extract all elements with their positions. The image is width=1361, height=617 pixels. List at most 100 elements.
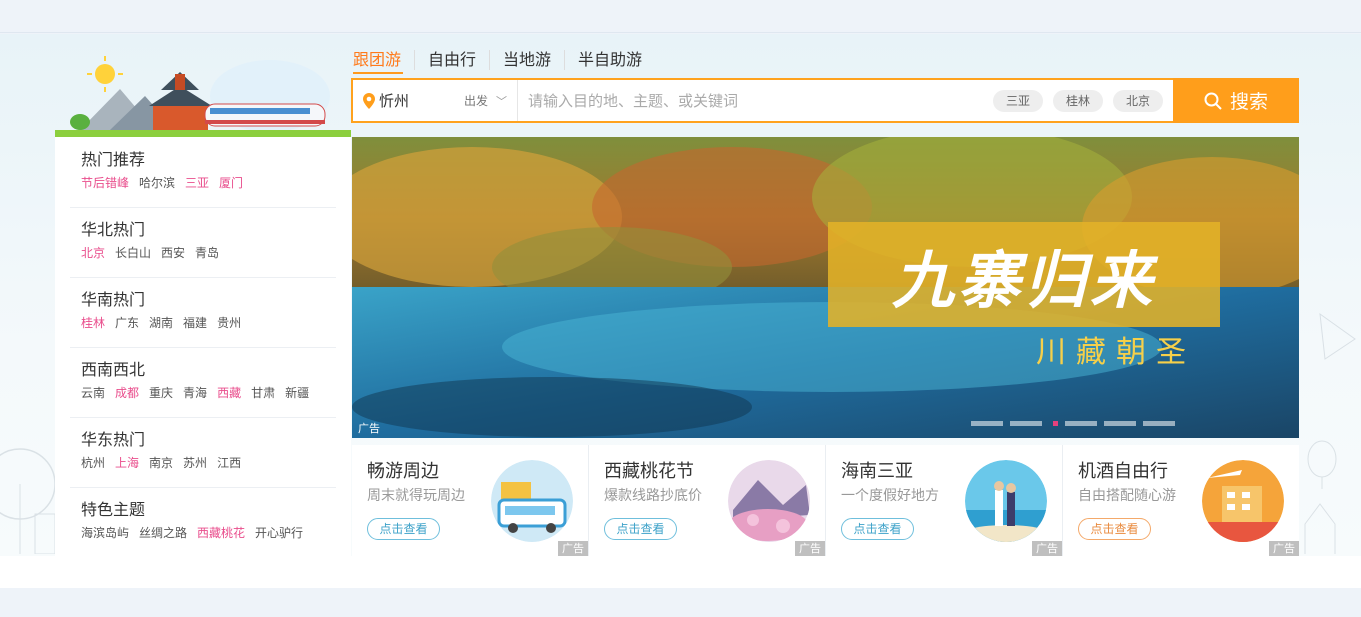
skyline-left-decoration [0, 448, 56, 554]
carousel-dot[interactable] [971, 421, 1003, 426]
carousel-dot[interactable] [1143, 421, 1175, 426]
promo-card-ad-label: 广告 [1032, 541, 1062, 556]
sidebar-link[interactable]: 苏州 [183, 456, 207, 470]
search-icon [1204, 92, 1222, 110]
sidebar-link[interactable]: 云南 [81, 386, 105, 400]
sidebar-link[interactable]: 新疆 [285, 386, 309, 400]
active-tab-indicator [353, 72, 403, 74]
tab-3[interactable]: 当地游 [489, 50, 564, 70]
sidebar-group: 热门推荐节后错峰 哈尔滨 三亚 厦门 [55, 137, 351, 207]
sidebar-link[interactable]: 西藏 [217, 386, 241, 400]
promo-cards: 畅游周边 周末就得玩周边 点击查看 广告 西藏桃花节 爆款线路抄底价 点击查看 广告 海南三亚一… [352, 445, 1299, 556]
depart-label: 出发 [463, 94, 488, 108]
skyline-right-decoration [1304, 312, 1356, 554]
promo-card[interactable]: 机酒自由行 自由搭配随心游 点击查看 广告 [1063, 445, 1299, 556]
search-button-label: 搜索 [1229, 91, 1268, 113]
view-button[interactable]: 点击查看 [367, 518, 440, 540]
sidebar-group-title[interactable]: 热门推荐 [81, 149, 351, 171]
sidebar-link[interactable]: 上海 [115, 456, 139, 470]
travel-illustration [55, 56, 351, 137]
sidebar-link[interactable]: 西藏桃花 [197, 526, 245, 540]
sidebar-group: 华北热门北京 长白山 西安 青岛 [55, 207, 351, 277]
sidebar-link[interactable]: 丝绸之路 [139, 526, 187, 540]
sidebar-link[interactable]: 青岛 [195, 246, 219, 260]
category-sidebar: 热门推荐节后错峰 哈尔滨 三亚 厦门华北热门北京 长白山 西安 青岛华南热门桂林 广东 湖南 福建… [55, 137, 351, 556]
product-tabs: 跟团游 自由行 当地游 半自助游 [353, 47, 655, 73]
sidebar-group: 特色主题海滨岛屿 丝绸之路 西藏桃花 开心驴行 [55, 487, 351, 557]
hot-search-chip[interactable]: 桂林 [1053, 89, 1103, 112]
sidebar-link[interactable]: 甘肃 [251, 386, 275, 400]
hot-search-chip[interactable]: 北京 [1113, 89, 1163, 112]
sidebar-link[interactable]: 西安 [161, 246, 185, 260]
sidebar-group: 华东热门杭州 上海 南京 苏州 江西 [55, 417, 351, 487]
sidebar-group-title[interactable]: 华北热门 [81, 219, 351, 241]
sidebar-link[interactable]: 哈尔滨 [139, 176, 175, 190]
bus-icon [491, 460, 573, 542]
footer-bar [0, 588, 1361, 617]
sidebar-link[interactable]: 长白山 [115, 246, 151, 260]
sidebar-link[interactable]: 海滨岛屿 [81, 526, 129, 540]
sidebar-link[interactable]: 广东 [115, 316, 139, 330]
sidebar-link[interactable]: 北京 [81, 246, 105, 260]
sidebar-link[interactable]: 杭州 [81, 456, 105, 470]
sidebar-group-title[interactable]: 华南热门 [81, 289, 351, 311]
carousel-dot[interactable] [1065, 421, 1097, 426]
tab-4[interactable]: 半自助游 [564, 50, 655, 70]
hero-banner[interactable]: 九寨归来 川藏朝圣 广告 [352, 137, 1299, 438]
departure-city: 忻州 [379, 92, 410, 110]
sidebar-link[interactable]: 桂林 [81, 316, 105, 330]
sidebar-link[interactable]: 青海 [183, 386, 207, 400]
tab-1[interactable]: 跟团游 [353, 50, 414, 70]
tab-2[interactable]: 自由行 [414, 50, 489, 70]
sidebar-link[interactable]: 福建 [183, 316, 207, 330]
peach-blossom-image [728, 460, 810, 542]
sidebar-link[interactable]: 三亚 [185, 176, 209, 190]
beach-couple-image [965, 460, 1047, 542]
footer-strip [0, 556, 1361, 588]
carousel-dot[interactable] [1053, 421, 1058, 426]
top-bar [0, 0, 1361, 33]
view-button[interactable]: 点击查看 [1078, 518, 1151, 540]
sidebar-links: 海滨岛屿 丝绸之路 西藏桃花 开心驴行 [81, 525, 351, 541]
sidebar-links: 节后错峰 哈尔滨 三亚 厦门 [81, 175, 351, 191]
promo-card[interactable]: 畅游周边 周末就得玩周边 点击查看 广告 [352, 445, 588, 556]
sidebar-links: 云南 成都 重庆 青海 西藏 甘肃 新疆 [81, 385, 351, 401]
view-button[interactable]: 点击查看 [841, 518, 914, 540]
sidebar-links: 杭州 上海 南京 苏州 江西 [81, 455, 351, 471]
hot-search-chips: 三亚 桂林 北京 [993, 89, 1163, 112]
sidebar-group-title[interactable]: 华东热门 [81, 429, 351, 451]
sidebar-group-title[interactable]: 西南西北 [81, 359, 351, 381]
hot-search-chip[interactable]: 三亚 [993, 89, 1043, 112]
chevron-down-icon: ﹀ [496, 94, 507, 108]
hotel-icon [1202, 460, 1284, 542]
sidebar-links: 北京 长白山 西安 青岛 [81, 245, 351, 261]
sidebar-link[interactable]: 重庆 [149, 386, 173, 400]
carousel-dot[interactable] [1010, 421, 1042, 426]
promo-card-ad-label: 广告 [795, 541, 825, 556]
departure-city-selector[interactable]: 忻州 出发 ﹀ [353, 80, 518, 121]
promo-card-ad-label: 广告 [1269, 541, 1299, 556]
search-input[interactable] [518, 80, 993, 121]
promo-card[interactable]: 海南三亚 一个度假好地方 点击查看 广告 [826, 445, 1062, 556]
view-button[interactable]: 点击查看 [604, 518, 677, 540]
banner-ad-label: 广告 [358, 422, 380, 435]
sidebar-group: 华南热门桂林 广东 湖南 福建 贵州 [55, 277, 351, 347]
sidebar-group-title[interactable]: 特色主题 [81, 499, 351, 521]
sidebar-link[interactable]: 节后错峰 [81, 176, 129, 190]
search-bar: 忻州 出发 ﹀ 三亚桂林北京 搜索 [351, 78, 1299, 123]
promo-card[interactable]: 西藏桃花节 爆款线路抄底价 点击查看 广告 [589, 445, 825, 556]
banner-headline: 九寨归来 [891, 243, 1156, 317]
sidebar-link[interactable]: 贵州 [217, 316, 241, 330]
sidebar-link[interactable]: 开心驴行 [255, 526, 303, 540]
sidebar-links: 桂林 广东 湖南 福建 贵州 [81, 315, 351, 331]
carousel-dot[interactable] [1104, 421, 1136, 426]
banner-headline-box: 九寨归来 [828, 222, 1220, 327]
carousel-dots [971, 421, 1175, 426]
sidebar-link[interactable]: 南京 [149, 456, 173, 470]
location-pin-icon [363, 92, 375, 109]
sidebar-link[interactable]: 厦门 [219, 176, 243, 190]
search-button[interactable]: 搜索 [1173, 78, 1299, 123]
sidebar-link[interactable]: 湖南 [149, 316, 173, 330]
sidebar-link[interactable]: 江西 [217, 456, 241, 470]
sidebar-link[interactable]: 成都 [115, 386, 139, 400]
